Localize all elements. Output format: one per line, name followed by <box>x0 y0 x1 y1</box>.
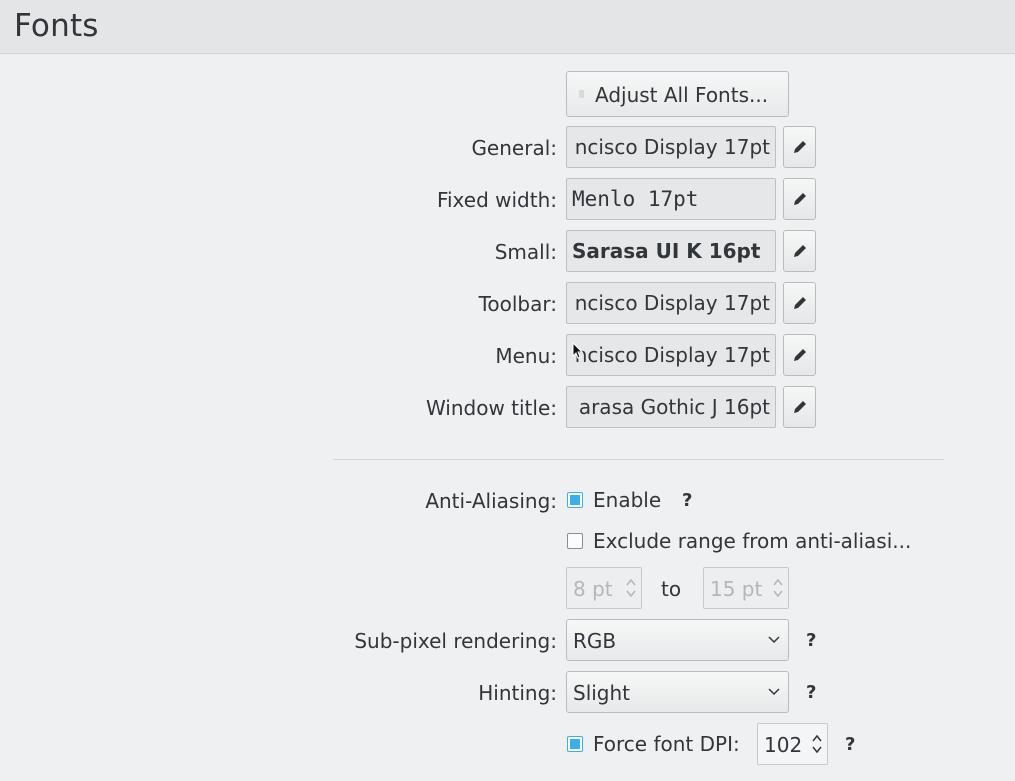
hinting-label: Hinting: <box>478 681 557 705</box>
force-font-dpi-help-button[interactable]: ? <box>845 734 855 755</box>
menu-font-edit-button[interactable] <box>783 334 816 376</box>
adjust-all-fonts-button[interactable]: Adjust All Fonts... <box>566 71 789 117</box>
menu-font-field[interactable]: ncisco Display 17pt <box>566 334 776 376</box>
toolbar-font-value: ncisco Display 17pt <box>574 291 770 315</box>
exclude-range-label[interactable]: Exclude range from anti-aliasi... <box>593 529 911 553</box>
subpixel-rendering-combo[interactable]: RGB <box>566 619 789 661</box>
page-title: Fonts <box>14 8 99 44</box>
subpixel-rendering-help-button[interactable]: ? <box>806 630 816 651</box>
force-font-dpi-spinbox[interactable]: 102 <box>757 723 828 765</box>
exclude-range-from-spinbox[interactable]: 8 pt <box>566 567 642 609</box>
subpixel-rendering-label: Sub-pixel rendering: <box>354 629 557 653</box>
section-divider <box>333 459 944 460</box>
font-icon <box>579 90 584 98</box>
small-font-edit-button[interactable] <box>783 230 816 272</box>
exclude-range-to-value: 15 pt <box>710 577 763 601</box>
window-title-font-label: Window title: <box>425 396 557 420</box>
exclude-range-checkbox[interactable] <box>567 533 583 549</box>
pencil-icon <box>794 193 806 205</box>
small-font-field[interactable]: Sarasa UI K 16pt <box>566 230 776 272</box>
fixed-width-font-value: Menlo 17pt <box>572 187 699 211</box>
menu-font-value: ncisco Display 17pt <box>574 343 770 367</box>
general-font-label: General: <box>471 136 557 160</box>
pencil-icon <box>794 349 806 361</box>
force-font-dpi-checkbox[interactable] <box>567 736 583 752</box>
chevron-down-icon <box>768 688 780 696</box>
chevron-down-icon <box>768 636 780 644</box>
subpixel-rendering-value: RGB <box>573 629 617 653</box>
pencil-icon <box>794 141 806 153</box>
window-title-font-value: arasa Gothic J 16pt <box>578 395 770 419</box>
toolbar-font-label: Toolbar: <box>478 292 557 316</box>
pencil-icon <box>794 297 806 309</box>
menu-font-label: Menu: <box>495 344 557 368</box>
general-font-value: ncisco Display 17pt <box>574 135 770 159</box>
pencil-icon <box>794 245 806 257</box>
force-font-dpi-label[interactable]: Force font DPI: <box>593 732 740 756</box>
range-to-label: to <box>661 577 682 601</box>
toolbar-font-edit-button[interactable] <box>783 282 816 324</box>
fixed-width-font-label: Fixed width: <box>436 188 557 212</box>
up-down-arrows-icon <box>626 578 636 598</box>
up-down-arrows-icon <box>773 578 783 598</box>
anti-aliasing-enable-label[interactable]: Enable <box>593 488 661 512</box>
anti-aliasing-label: Anti-Aliasing: <box>425 489 557 513</box>
page-header: Fonts <box>0 0 1015 54</box>
hinting-value: Slight <box>573 681 631 705</box>
small-font-value: Sarasa UI K 16pt <box>572 239 761 263</box>
anti-aliasing-enable-checkbox[interactable] <box>567 492 583 508</box>
mouse-cursor-icon <box>572 342 584 359</box>
window-title-font-field[interactable]: arasa Gothic J 16pt <box>566 386 776 428</box>
fixed-width-font-field[interactable]: Menlo 17pt <box>566 178 776 220</box>
pencil-icon <box>794 401 806 413</box>
up-down-arrows-icon <box>812 734 822 754</box>
hinting-help-button[interactable]: ? <box>806 682 816 703</box>
general-font-field[interactable]: ncisco Display 17pt <box>566 126 776 168</box>
fixed-width-font-edit-button[interactable] <box>783 178 816 220</box>
general-font-edit-button[interactable] <box>783 126 816 168</box>
exclude-range-from-value: 8 pt <box>573 577 613 601</box>
adjust-all-fonts-label: Adjust All Fonts... <box>595 83 769 107</box>
exclude-range-to-spinbox[interactable]: 15 pt <box>703 567 789 609</box>
window-title-font-edit-button[interactable] <box>783 386 816 428</box>
hinting-combo[interactable]: Slight <box>566 671 789 713</box>
toolbar-font-field[interactable]: ncisco Display 17pt <box>566 282 776 324</box>
anti-aliasing-help-button[interactable]: ? <box>682 490 692 511</box>
small-font-label: Small: <box>494 240 557 264</box>
force-font-dpi-value: 102 <box>764 733 803 757</box>
